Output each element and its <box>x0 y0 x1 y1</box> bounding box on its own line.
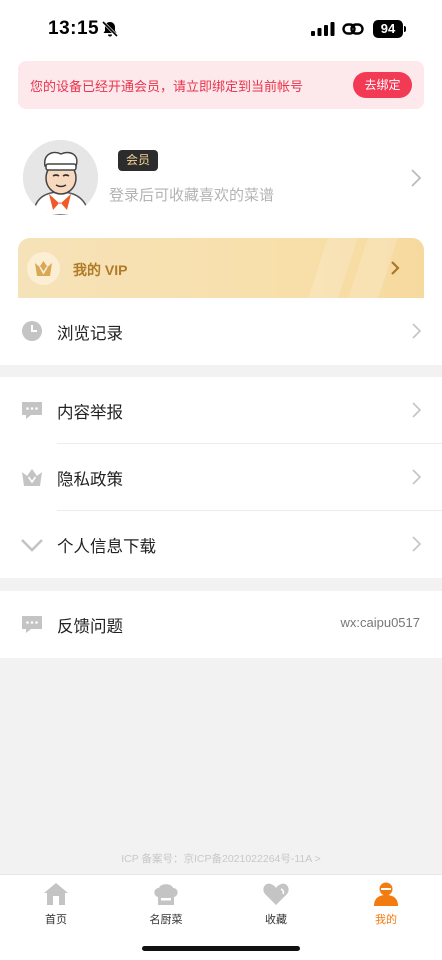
menu-item-feedback[interactable]: 反馈问题 wx:caipu0517 <box>0 591 442 658</box>
tab-mine[interactable]: 我的 <box>346 881 426 933</box>
bind-device-banner: 您的设备已经开通会员，请立即绑定到当前帐号 去绑定 <box>18 61 424 109</box>
message-icon <box>22 616 42 633</box>
link-icon <box>342 23 364 35</box>
tab-chef-dishes[interactable]: 名厨菜 <box>126 881 206 933</box>
chevron-right-icon <box>412 323 422 339</box>
battery-nub <box>404 26 406 32</box>
chevron-down-icon <box>21 539 43 552</box>
chevron-right-icon <box>391 261 400 275</box>
vip-crown-icon <box>27 252 60 285</box>
clock-icon <box>22 321 42 341</box>
vip-label: 我的 VIP <box>73 262 128 278</box>
tab-favorites[interactable]: 收藏 <box>236 881 316 933</box>
battery-level: 94 <box>373 20 403 38</box>
chevron-right-icon <box>412 402 422 418</box>
menu-item-history[interactable]: 浏览记录 <box>0 298 442 365</box>
chevron-right-icon <box>412 536 422 552</box>
status-bar: 13:15 94 <box>0 0 442 60</box>
home-icon <box>44 883 68 905</box>
status-time: 13:15 <box>48 18 100 39</box>
menu-item-label: 反馈问题 <box>57 618 123 636</box>
avatar[interactable] <box>23 140 98 215</box>
user-icon <box>374 882 398 906</box>
chevron-right-icon <box>412 469 422 485</box>
menu-item-download[interactable]: 个人信息下载 <box>0 511 442 578</box>
tab-label: 我的 <box>375 914 397 926</box>
tab-home[interactable]: 首页 <box>16 881 96 933</box>
home-indicator[interactable] <box>142 946 300 951</box>
chevron-right-icon <box>411 169 422 187</box>
chef-avatar-icon <box>23 140 98 215</box>
menu-item-report[interactable]: 内容举报 <box>0 377 442 444</box>
menu-group-history: 浏览记录 <box>0 298 442 365</box>
chef-hat-icon <box>154 884 178 905</box>
bind-button[interactable]: 去绑定 <box>353 72 412 98</box>
login-hint: 登录后可收藏喜欢的菜谱 <box>109 187 275 204</box>
menu-item-privacy[interactable]: 隐私政策 <box>0 444 442 511</box>
feedback-wechat-id: wx:caipu0517 <box>340 615 421 630</box>
banner-text: 您的设备已经开通会员，请立即绑定到当前帐号 <box>30 79 304 94</box>
menu-item-label: 内容举报 <box>57 404 123 422</box>
menu-group-feedback: 反馈问题 wx:caipu0517 <box>0 591 442 658</box>
bell-muted-icon <box>101 20 119 38</box>
signal-icon <box>311 22 335 36</box>
vip-card[interactable]: 我的 VIP <box>18 238 424 298</box>
tab-label: 首页 <box>45 914 67 926</box>
tab-label: 名厨菜 <box>149 914 183 926</box>
message-icon <box>22 402 42 419</box>
member-badge: 会员 <box>118 150 158 171</box>
menu-item-label: 个人信息下载 <box>57 538 156 556</box>
menu-item-label: 浏览记录 <box>57 325 123 343</box>
crown-icon <box>22 469 42 486</box>
profile-header[interactable]: 会员 登录后可收藏喜欢的菜谱 <box>0 130 442 230</box>
tab-label: 收藏 <box>265 914 287 926</box>
heart-icon <box>263 883 289 905</box>
menu-item-label: 隐私政策 <box>57 471 123 489</box>
menu-group-info: 内容举报 隐私政策 个人信息下载 <box>0 377 442 578</box>
icp-link[interactable]: ICP 备案号：京ICP备2021022264号-11A > <box>0 851 442 866</box>
